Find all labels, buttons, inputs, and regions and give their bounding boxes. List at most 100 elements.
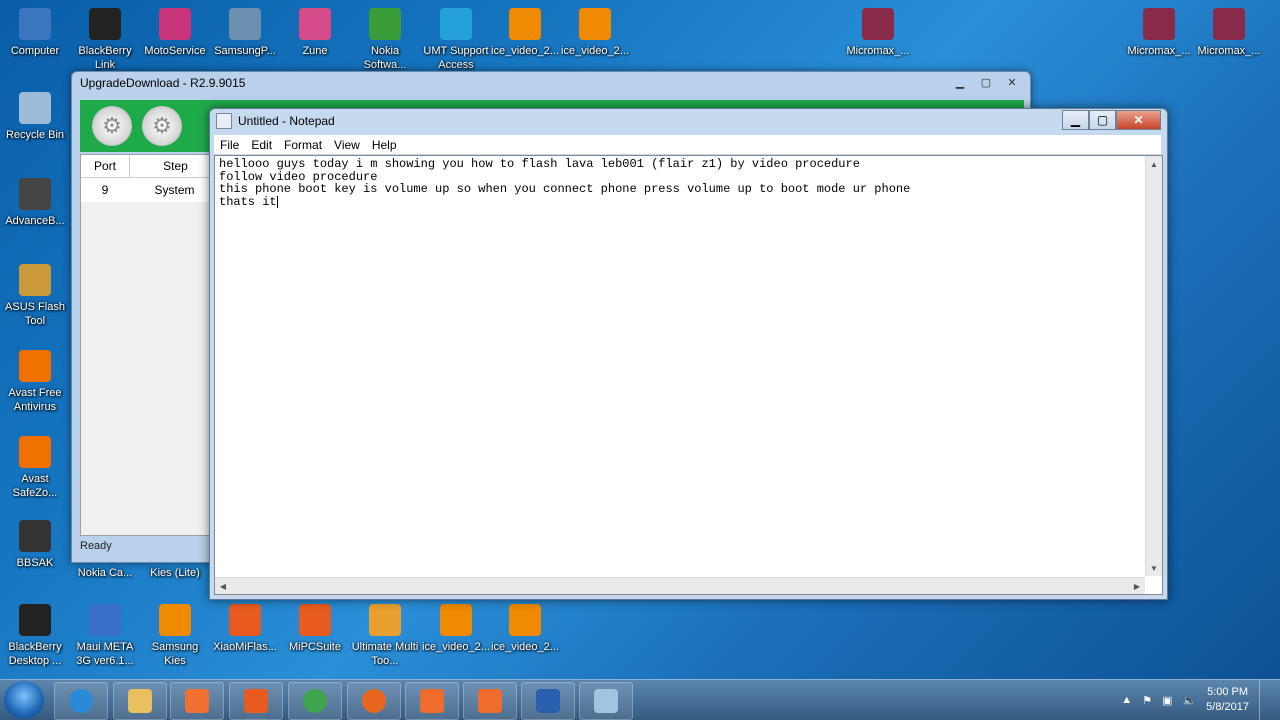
desktop-icon-icons_bottom-5[interactable]: Ultimate Multi Too...: [350, 604, 420, 668]
taskbar-item-firefox[interactable]: [347, 682, 401, 720]
column-header-port[interactable]: Port: [81, 155, 130, 177]
desktop-icon-icons_bottom-6[interactable]: ice_video_2...: [421, 604, 491, 654]
desktop-icon-icons_top-11[interactable]: Micromax_...: [1194, 8, 1264, 58]
taskbar-item-mi-app[interactable]: [229, 682, 283, 720]
desktop-icon-label: Ultimate Multi Too...: [351, 641, 419, 667]
desktop-icon-icons_left-1[interactable]: AdvanceB...: [0, 178, 70, 228]
notepad-window-controls: ▁ ▢ ✕: [1062, 110, 1161, 130]
desktop-icon-label: Samsung Kies: [151, 641, 199, 667]
app-icon: [19, 92, 51, 124]
taskbar-item-orange-app-1[interactable]: [405, 682, 459, 720]
show-hidden-icons-icon[interactable]: ▲: [1121, 694, 1132, 706]
desktop-icon-icons_top-4[interactable]: Zune: [280, 8, 350, 58]
desktop-icon-icons_top-8[interactable]: ice_video_2...: [560, 8, 630, 58]
desktop-icon-label: BlackBerry Link: [78, 45, 132, 71]
desktop-icon-icons_bottom-7[interactable]: ice_video_2...: [490, 604, 560, 654]
start-button[interactable]: [4, 681, 44, 719]
taskbar-item-file-explorer[interactable]: [113, 682, 167, 720]
desktop-icon-icons_bottom-4[interactable]: MiPCSuite: [280, 604, 350, 654]
taskbar-item-chrome[interactable]: [288, 682, 342, 720]
notepad-title: Untitled - Notepad: [238, 114, 335, 128]
maximize-button[interactable]: ▢: [1089, 110, 1116, 130]
action-center-flag-icon[interactable]: ⚑: [1142, 694, 1152, 707]
file-explorer-icon: [128, 689, 152, 713]
maximize-button[interactable]: ▢: [974, 74, 998, 90]
taskbar-item-media-player[interactable]: [170, 682, 224, 720]
app-icon: [579, 8, 611, 40]
close-button[interactable]: ✕: [1116, 110, 1161, 130]
app-icon: [159, 8, 191, 40]
desktop-icon-icons_left-0[interactable]: Recycle Bin: [0, 92, 70, 142]
table-row[interactable]: 9 System: [81, 178, 221, 202]
desktop-icon-label: BlackBerry Desktop ...: [8, 641, 62, 667]
desktop-icon-icons_top-5[interactable]: Nokia Softwa...: [350, 8, 420, 72]
vertical-scrollbar[interactable]: ▲ ▼: [1145, 156, 1162, 576]
minimize-button[interactable]: ▁: [1062, 110, 1089, 130]
desktop-icon-label: Recycle Bin: [5, 129, 65, 141]
partial-desktop-label-kies: Kies (Lite): [150, 567, 200, 579]
desktop-icon-icons_top-10[interactable]: Micromax_...: [1124, 8, 1194, 58]
orange-app-1-icon: [420, 689, 444, 713]
horizontal-scrollbar[interactable]: ◀ ▶: [215, 577, 1145, 594]
desktop-icon-icons_top-0[interactable]: Computer: [0, 8, 70, 58]
desktop-icon-icons_left-2[interactable]: ASUS Flash Tool: [0, 264, 70, 328]
scroll-left-arrow-icon[interactable]: ◀: [215, 578, 231, 594]
notepad-titlebar[interactable]: Untitled - Notepad: [210, 109, 1167, 133]
desktop-icon-icons_top-9[interactable]: Micromax_...: [843, 8, 913, 58]
upgrade-window-titlebar[interactable]: UpgradeDownload - R2.9.9015: [72, 72, 1030, 94]
desktop-icon-icons_bottom-3[interactable]: XiaoMiFlas...: [210, 604, 280, 654]
taskbar-item-upgrade-download[interactable]: [521, 682, 575, 720]
desktop-icon-icons_bottom-2[interactable]: Samsung Kies: [140, 604, 210, 668]
taskbar-item-notepad[interactable]: [579, 682, 633, 720]
app-icon: [440, 8, 472, 40]
clock-time: 5:00 PM: [1207, 686, 1249, 698]
network-icon[interactable]: ▣: [1162, 694, 1172, 707]
desktop-icon-label: Avast Free Antivirus: [8, 387, 62, 413]
desktop-icon-icons_bottom-0[interactable]: BlackBerry Desktop ...: [0, 604, 70, 668]
notepad-window[interactable]: Untitled - Notepad ▁ ▢ ✕ File Edit Forma…: [209, 108, 1168, 600]
options-gear-icon[interactable]: ⚙: [142, 106, 182, 146]
desktop-icon-icons_top-1[interactable]: BlackBerry Link: [70, 8, 140, 72]
notepad-icon: [594, 689, 618, 713]
desktop-icon-label: Micromax_...: [846, 45, 910, 57]
scroll-up-arrow-icon[interactable]: ▲: [1146, 156, 1162, 172]
editor-text[interactable]: hellooo guys today i m showing you how t…: [219, 158, 910, 208]
menu-format[interactable]: Format: [278, 138, 328, 152]
desktop-icon-icons_left-3[interactable]: Avast Free Antivirus: [0, 350, 70, 414]
desktop-icon-icons_left-4[interactable]: Avast SafeZo...: [0, 436, 70, 500]
menu-help[interactable]: Help: [366, 138, 403, 152]
app-icon: [299, 8, 331, 40]
taskbar-item-orange-app-2[interactable]: [463, 682, 517, 720]
status-text: Ready: [80, 540, 112, 552]
scroll-down-arrow-icon[interactable]: ▼: [1146, 560, 1162, 576]
scroll-right-arrow-icon[interactable]: ▶: [1129, 578, 1145, 594]
show-desktop-button[interactable]: [1259, 680, 1270, 720]
desktop-icon-label: ice_video_2...: [491, 45, 559, 57]
app-icon: [229, 8, 261, 40]
desktop-icon-icons_top-2[interactable]: MotoService: [140, 8, 210, 58]
app-icon: [299, 604, 331, 636]
clock[interactable]: 5:00 PM 5/8/2017: [1206, 685, 1249, 715]
taskbar-item-internet-explorer[interactable]: [54, 682, 108, 720]
desktop-icon-label: ice_video_2...: [422, 641, 490, 653]
volume-icon[interactable]: 🔈: [1182, 694, 1196, 707]
desktop-icon-label: SamsungP...: [214, 45, 276, 57]
settings-gear-icon[interactable]: ⚙: [92, 106, 132, 146]
minimize-button[interactable]: ▁: [948, 74, 972, 90]
desktop-icon-label: Zune: [302, 45, 328, 57]
desktop-icon-icons_bottom-1[interactable]: Maui META 3G ver6.1...: [70, 604, 140, 668]
text-caret: [276, 195, 278, 208]
close-button[interactable]: ✕: [1000, 74, 1024, 90]
desktop-icon-icons_left-5[interactable]: BBSAK: [0, 520, 70, 570]
text-editor[interactable]: hellooo guys today i m showing you how t…: [214, 155, 1163, 595]
column-header-step[interactable]: Step: [130, 155, 221, 177]
desktop-icon-icons_top-3[interactable]: SamsungP...: [210, 8, 280, 58]
menu-view[interactable]: View: [328, 138, 366, 152]
desktop-icon-icons_top-6[interactable]: UMT Support Access: [421, 8, 491, 72]
app-icon: [229, 604, 261, 636]
menu-file[interactable]: File: [214, 138, 245, 152]
desktop-icon-icons_top-7[interactable]: ice_video_2...: [490, 8, 560, 58]
menu-edit[interactable]: Edit: [245, 138, 278, 152]
app-icon: [19, 604, 51, 636]
app-icon: [1213, 8, 1245, 40]
